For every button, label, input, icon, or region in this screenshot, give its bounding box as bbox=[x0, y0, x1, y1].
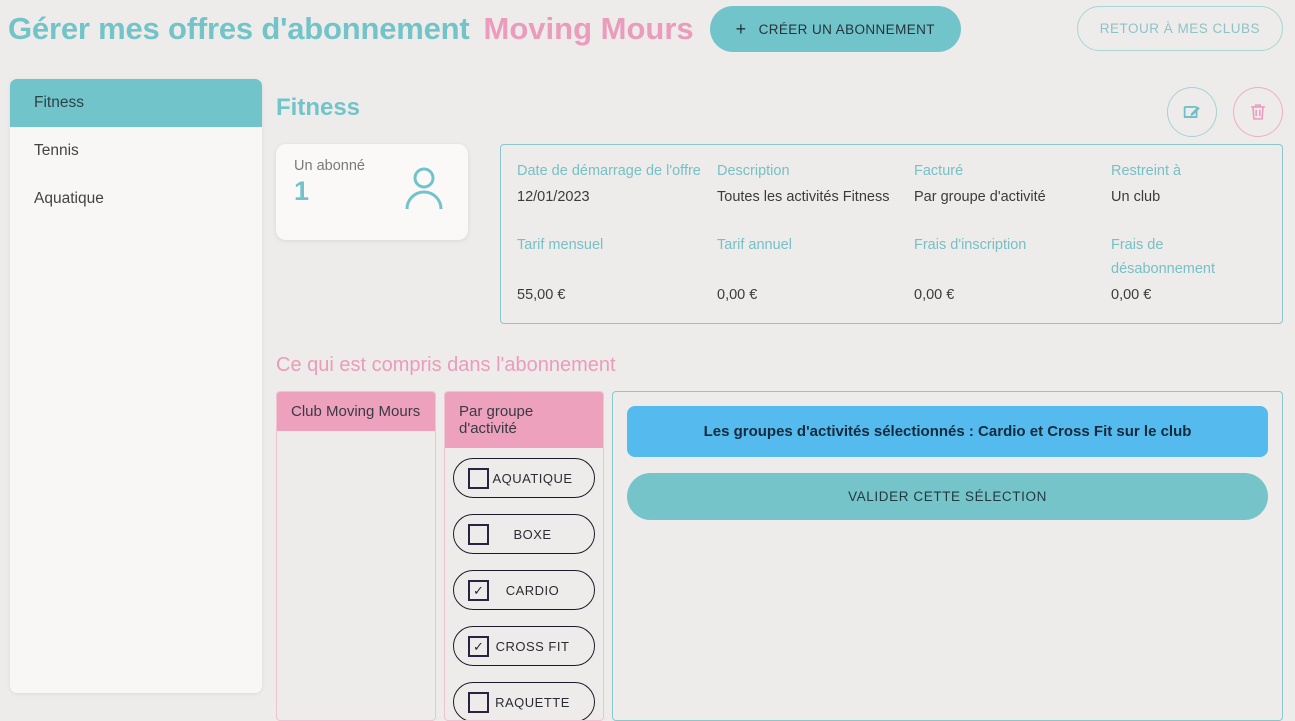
info-value: 0,00 € bbox=[717, 287, 758, 303]
checkbox-checked-icon[interactable]: ✓ bbox=[468, 579, 489, 601]
info-label: Frais de désabonnement bbox=[1111, 237, 1215, 277]
validate-selection-button[interactable]: VALIDER CETTE SÉLECTION bbox=[627, 473, 1268, 520]
sidebar-item-tennis[interactable]: Tennis bbox=[10, 127, 262, 175]
checkbox-label: AQUATIQUE bbox=[492, 470, 573, 486]
plus-icon: + bbox=[735, 19, 747, 39]
checkbox-label: CROSS FIT bbox=[495, 638, 570, 654]
sidebar-item-label: Fitness bbox=[34, 94, 84, 111]
club-name: Moving Mours bbox=[483, 11, 694, 46]
selection-banner: Les groupes d'activités sélectionnés : C… bbox=[627, 406, 1268, 457]
included-panels: Club Moving Mours Par groupe d'activité … bbox=[276, 391, 1283, 721]
club-panel-body bbox=[277, 431, 435, 451]
info-value: Par groupe d'activité bbox=[914, 189, 1046, 205]
info-value: 12/01/2023 bbox=[517, 189, 590, 205]
offer-actions bbox=[1167, 87, 1283, 137]
selection-panel: Les groupes d'activités sélectionnés : C… bbox=[612, 391, 1283, 721]
info-value: 55,00 € bbox=[517, 287, 566, 303]
info-label: Description bbox=[717, 163, 790, 179]
sidebar-item-label: Tennis bbox=[34, 142, 79, 159]
info-value: 0,00 € bbox=[914, 287, 955, 303]
checkbox-icon[interactable] bbox=[468, 691, 489, 713]
person-icon bbox=[402, 164, 446, 217]
info-label: Tarif annuel bbox=[717, 237, 792, 253]
trash-icon bbox=[1251, 104, 1265, 120]
info-value: Un club bbox=[1111, 189, 1161, 205]
info-label: Date de démarrage de l'offre bbox=[517, 163, 701, 179]
sidebar-item-aquatique[interactable]: Aquatique bbox=[10, 175, 262, 223]
included-section-title: Ce qui est compris dans l'abonnement bbox=[276, 354, 616, 376]
activity-groups-body: AQUATIQUE BOXE ✓ CARDIO ✓ CROSS FIT RAQU… bbox=[445, 448, 603, 720]
sidebar-item-fitness[interactable]: Fitness bbox=[10, 79, 262, 127]
offer-info-box: Date de démarrage de l'offre Description… bbox=[500, 144, 1283, 324]
back-to-clubs-button[interactable]: RETOUR À MES CLUBS bbox=[1076, 6, 1283, 51]
info-label: Tarif mensuel bbox=[517, 237, 604, 253]
checkbox-cross-fit[interactable]: ✓ CROSS FIT bbox=[453, 626, 595, 666]
info-label: Facturé bbox=[914, 163, 964, 179]
info-value: Toutes les activités Fitness bbox=[717, 189, 890, 205]
checkbox-label: RAQUETTE bbox=[495, 694, 570, 710]
club-panel: Club Moving Mours bbox=[276, 391, 436, 721]
page-title: Gérer mes offres d'abonnement bbox=[8, 11, 470, 46]
edit-pencil-icon bbox=[1183, 106, 1200, 118]
checkbox-icon[interactable] bbox=[468, 467, 489, 489]
checkbox-checked-icon[interactable]: ✓ bbox=[468, 635, 489, 657]
checkbox-cardio[interactable]: ✓ CARDIO bbox=[453, 570, 595, 610]
create-subscription-label: CRÉER UN ABONNEMENT bbox=[758, 21, 935, 37]
summary-row: Un abonné 1 Date de démarrage de l'offre… bbox=[276, 144, 1283, 324]
subscriber-count-card: Un abonné 1 bbox=[276, 144, 468, 240]
info-label: Restreint à bbox=[1111, 163, 1182, 179]
checkbox-raquette[interactable]: RAQUETTE bbox=[453, 682, 595, 720]
checkbox-label: CARDIO bbox=[505, 582, 560, 598]
info-label: Frais d'inscription bbox=[914, 237, 1027, 253]
offer-info-grid: Date de démarrage de l'offre Description… bbox=[517, 159, 1266, 307]
edit-offer-button[interactable] bbox=[1167, 87, 1217, 137]
checkbox-icon[interactable] bbox=[468, 523, 489, 545]
info-value: 0,00 € bbox=[1111, 287, 1152, 303]
club-panel-header: Club Moving Mours bbox=[277, 392, 435, 431]
sidebar: Fitness Tennis Aquatique bbox=[10, 79, 262, 693]
activity-groups-panel: Par groupe d'activité AQUATIQUE BOXE ✓ C… bbox=[444, 391, 604, 721]
sidebar-item-label: Aquatique bbox=[34, 190, 104, 207]
activity-groups-header: Par groupe d'activité bbox=[445, 392, 603, 448]
checkbox-aquatique[interactable]: AQUATIQUE bbox=[453, 458, 595, 498]
main-content: Fitness Un abonné 1 Date de démarrage de… bbox=[276, 79, 1283, 721]
top-bar: Gérer mes offres d'abonnement Moving Mou… bbox=[0, 0, 1295, 58]
offer-title: Fitness bbox=[276, 94, 361, 121]
checkbox-label: BOXE bbox=[513, 526, 552, 542]
checkbox-boxe[interactable]: BOXE bbox=[453, 514, 595, 554]
create-subscription-button[interactable]: + CRÉER UN ABONNEMENT bbox=[709, 6, 961, 52]
delete-offer-button[interactable] bbox=[1233, 87, 1283, 137]
